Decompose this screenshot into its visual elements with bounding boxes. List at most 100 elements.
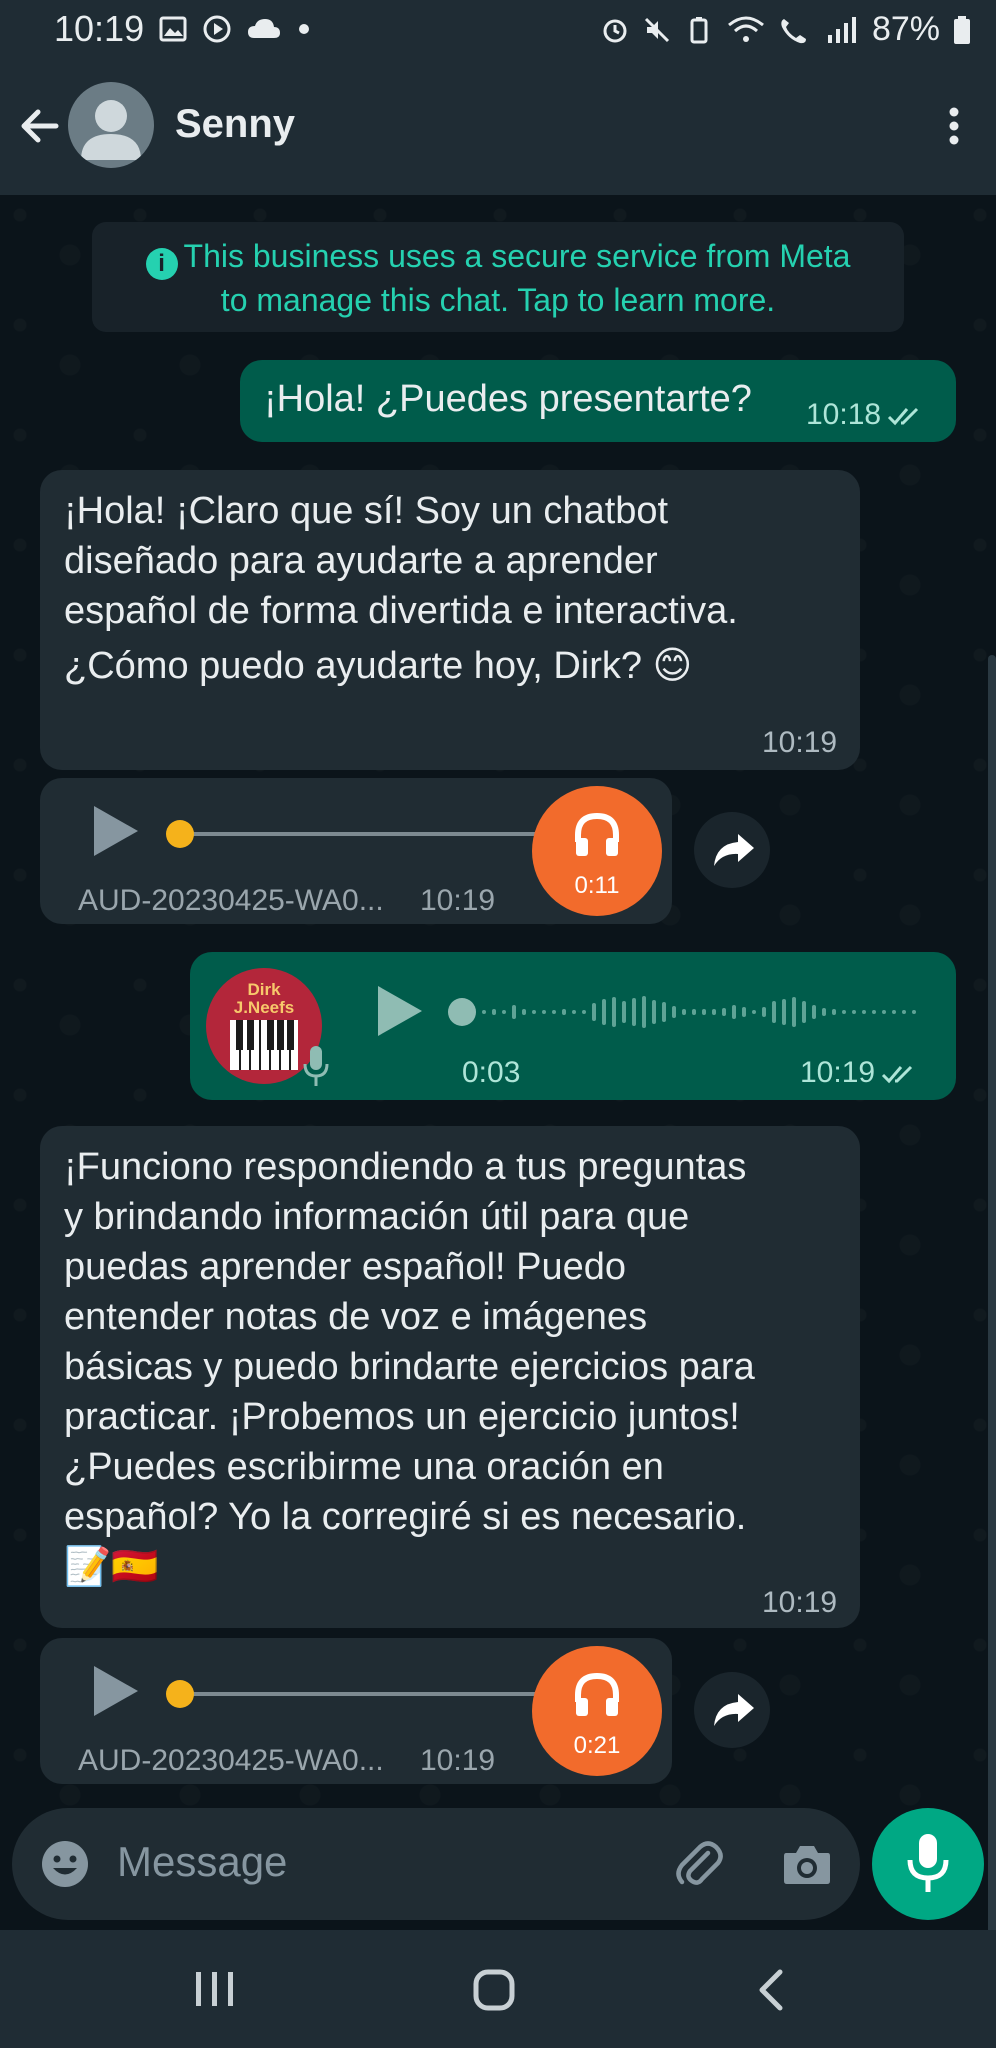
time-text: 10:19	[800, 1056, 876, 1089]
forward-button[interactable]	[694, 1672, 770, 1748]
audio-progress-track[interactable]	[176, 832, 538, 836]
audio-progress-dot[interactable]	[166, 1680, 194, 1708]
chat-scrollbar[interactable]	[988, 655, 996, 1995]
voice-duration: 0:03	[462, 1056, 521, 1089]
waveform-bar	[862, 1010, 866, 1014]
audio-file-name: AUD-20230425-WA0...	[78, 884, 384, 917]
nav-back-icon[interactable]	[756, 1968, 786, 2012]
encryption-notice[interactable]: i This business uses a secure service fro…	[92, 222, 904, 332]
emoji-icon[interactable]	[40, 1839, 90, 1889]
audio-badge: 0:11	[532, 786, 662, 916]
more-options-icon[interactable]	[942, 102, 966, 150]
waveform-bar	[792, 997, 796, 1027]
waveform-bar	[542, 1010, 546, 1014]
waveform-bar	[572, 1010, 576, 1014]
waveform-bar	[582, 1010, 586, 1014]
wifi-icon	[727, 16, 764, 42]
waveform-bar	[842, 1010, 846, 1014]
voice-mic-icon	[303, 1046, 329, 1086]
status-bar: 10:19 87%	[0, 0, 996, 62]
waveform-bar	[912, 1010, 916, 1014]
message-body: ¡Hola! ¡Claro que sí! Soy un chatbot dis…	[64, 486, 738, 696]
message-line: entender notas de voz e imágenes	[64, 1296, 648, 1338]
recent-apps-icon[interactable]	[194, 1970, 236, 2010]
message-input[interactable]: Message	[117, 1838, 287, 1886]
waveform-bar	[852, 1010, 856, 1014]
wifi-calling-icon	[781, 18, 806, 43]
audio-progress-dot[interactable]	[166, 820, 194, 848]
double-check-icon	[888, 408, 919, 426]
avatar-label-1: Dirk	[247, 980, 281, 999]
audio-progress-track[interactable]	[176, 1692, 538, 1696]
waveform-bar	[622, 1001, 626, 1023]
info-icon: i	[145, 248, 178, 280]
message-time: 10:18	[806, 398, 927, 432]
waveform-bar	[812, 1005, 816, 1019]
message-line: español? Yo la corregiré si es necesario…	[64, 1496, 747, 1538]
waveform-bar	[872, 1010, 876, 1014]
media-icon	[203, 15, 231, 43]
waveform-bar	[742, 1007, 746, 1017]
waveform-bar	[672, 1006, 676, 1018]
battery-icon	[954, 15, 970, 44]
notice-text-2: to manage this chat. Tap to learn more.	[220, 282, 776, 318]
home-icon[interactable]	[472, 1968, 516, 2012]
contact-name[interactable]: Senny	[175, 102, 295, 147]
waveform-bar	[692, 1009, 696, 1015]
waveform-bar	[732, 1005, 736, 1019]
waveform-bar	[712, 1009, 716, 1015]
waveform-bar	[552, 1010, 556, 1014]
waveform-bar	[592, 1003, 596, 1021]
message-input-bar[interactable]: Message	[12, 1808, 860, 1920]
waveform-bar	[772, 1001, 776, 1023]
default-avatar-icon	[81, 100, 141, 160]
chat-header: Senny	[0, 62, 996, 195]
outgoing-message[interactable]: ¡Hola! ¿Puedes presentarte? 10:18	[240, 360, 956, 442]
audio-message[interactable]: AUD-20230425-WA0... 10:19 0:11	[40, 778, 672, 924]
system-nav-bar	[0, 1930, 996, 2048]
waveform-bar	[512, 1005, 516, 1019]
waveform-bar	[882, 1010, 886, 1014]
headphones-icon	[575, 1672, 619, 1716]
play-icon[interactable]	[92, 1666, 138, 1716]
waveform-bar	[652, 1000, 656, 1024]
waveform-bar	[822, 1008, 826, 1016]
audio-duration: 0:21	[573, 1732, 621, 1759]
waveform-bar	[502, 1010, 506, 1014]
camera-icon[interactable]	[782, 1841, 832, 1887]
voice-waveform[interactable]	[482, 988, 918, 1036]
voice-progress-dot[interactable]	[448, 998, 476, 1026]
waveform-bar	[722, 1008, 726, 1016]
system-icons: 87%	[600, 10, 972, 49]
voice-message[interactable]: Dirk J.Neefs 0:03 10:19	[190, 952, 956, 1100]
status-time: 10:19	[54, 8, 145, 49]
notification-icons	[158, 14, 312, 44]
piano-keys-icon	[230, 1020, 298, 1070]
incoming-message[interactable]: ¡Hola! ¡Claro que sí! Soy un chatbot dis…	[40, 470, 860, 770]
forward-button[interactable]	[694, 812, 770, 888]
message-emoji-line: 📝🇪🇸	[64, 1546, 159, 1588]
play-icon[interactable]	[376, 986, 422, 1036]
signal-icon	[827, 16, 856, 43]
back-arrow-icon[interactable]	[16, 102, 64, 150]
audio-duration: 0:11	[574, 872, 620, 899]
message-time: 10:19	[762, 1586, 838, 1619]
voice-record-button[interactable]	[872, 1808, 984, 1920]
waveform-bar	[802, 1001, 806, 1023]
forward-icon	[714, 834, 754, 866]
audio-badge: 0:21	[532, 1646, 662, 1776]
dot-icon	[299, 24, 309, 34]
paperclip-icon[interactable]	[672, 1837, 726, 1891]
message-line: español de forma divertida e interactiva…	[64, 590, 738, 632]
audio-message[interactable]: AUD-20230425-WA0... 10:19 0:21	[40, 1638, 672, 1784]
audio-time: 10:19	[420, 1744, 496, 1777]
notice-text-1: This business uses a secure service from…	[183, 238, 851, 274]
message-line: y brindando información útil para que	[64, 1196, 690, 1238]
top-bar: 10:19 87% Senny	[0, 0, 996, 195]
incoming-message[interactable]: ¡Funciono respondiendo a tus preguntas y…	[40, 1126, 860, 1628]
waveform-bar	[782, 999, 786, 1025]
battery-saver-icon	[690, 16, 708, 43]
play-icon[interactable]	[92, 806, 138, 856]
message-line: ¿Cómo puedo ayudarte hoy, Dirk? 😊	[64, 645, 693, 687]
contact-avatar[interactable]	[68, 82, 154, 168]
